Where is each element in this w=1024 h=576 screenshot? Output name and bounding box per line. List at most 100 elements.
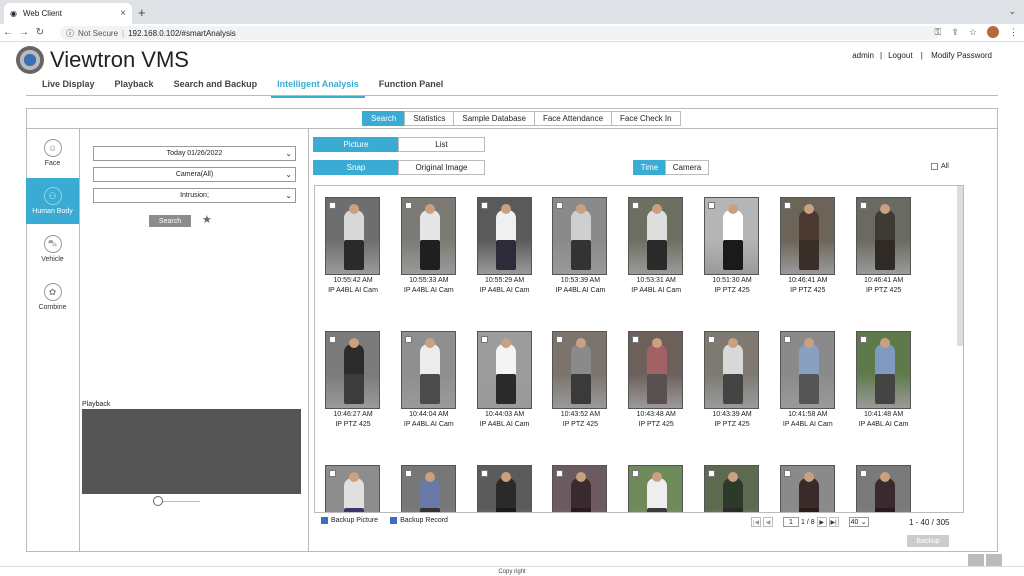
category-face[interactable]: ☺ Face bbox=[26, 130, 79, 176]
result-card[interactable] bbox=[325, 465, 381, 512]
result-checkbox[interactable] bbox=[556, 202, 564, 209]
result-checkbox[interactable] bbox=[556, 470, 564, 477]
result-thumbnail[interactable] bbox=[855, 331, 911, 409]
result-card[interactable]: 10:41:58 AM IP A4BL AI Cam bbox=[779, 331, 836, 429]
result-thumbnail[interactable] bbox=[476, 465, 532, 512]
tab-statistics[interactable]: Statistics bbox=[404, 111, 455, 126]
result-thumbnail[interactable] bbox=[628, 331, 684, 409]
result-card[interactable]: 10:55:29 AM IP A4BL AI Cam bbox=[476, 197, 533, 295]
first-page-icon[interactable]: |◀ bbox=[751, 517, 761, 527]
result-card[interactable] bbox=[855, 465, 912, 512]
result-thumbnail[interactable] bbox=[855, 465, 911, 512]
result-thumbnail[interactable] bbox=[704, 465, 759, 512]
result-checkbox[interactable] bbox=[404, 470, 412, 477]
result-checkbox[interactable] bbox=[708, 470, 715, 477]
result-thumbnail[interactable] bbox=[779, 197, 835, 275]
result-checkbox[interactable] bbox=[329, 336, 336, 343]
address-bar[interactable]: ⓘ Not Secure | 192.168.0.102/#smartAnaly… bbox=[60, 26, 940, 40]
chevron-down-icon[interactable]: ⌄ bbox=[1008, 6, 1016, 17]
category-vehicle[interactable]: ⛍ Vehicle bbox=[26, 226, 79, 272]
result-card[interactable] bbox=[704, 465, 760, 512]
result-checkbox[interactable] bbox=[783, 336, 791, 343]
results-scrollbar[interactable] bbox=[957, 186, 963, 346]
result-checkbox[interactable] bbox=[480, 336, 488, 343]
result-checkbox[interactable] bbox=[556, 336, 564, 343]
result-card[interactable]: 10:55:42 AM IP A4BL AI Cam bbox=[325, 197, 381, 295]
result-checkbox[interactable] bbox=[480, 202, 488, 209]
result-checkbox[interactable] bbox=[783, 470, 791, 477]
result-thumbnail[interactable] bbox=[779, 331, 835, 409]
result-card[interactable]: 10:53:39 AM IP A4BL AI Cam bbox=[552, 197, 608, 295]
sort-time-button[interactable]: Time bbox=[633, 160, 666, 175]
close-icon[interactable]: × bbox=[120, 8, 126, 19]
result-card[interactable]: 10:46:27 AM IP PTZ 425 bbox=[325, 331, 381, 429]
tab-sample-database[interactable]: Sample Database bbox=[453, 111, 535, 126]
result-card[interactable]: 10:46:41 AM IP PTZ 425 bbox=[779, 197, 836, 295]
favorite-star-icon[interactable]: ★ bbox=[202, 213, 212, 226]
date-select[interactable]: Today 01/26/2022 ⌄ bbox=[93, 146, 296, 161]
result-card[interactable] bbox=[476, 465, 533, 512]
result-thumbnail[interactable] bbox=[476, 331, 532, 409]
result-card[interactable]: 10:43:48 AM IP PTZ 425 bbox=[628, 331, 684, 429]
backup-record-option[interactable]: Backup Record bbox=[390, 517, 448, 524]
select-all-checkbox[interactable] bbox=[931, 163, 938, 170]
result-checkbox[interactable] bbox=[859, 202, 867, 209]
backup-picture-option[interactable]: Backup Picture bbox=[321, 517, 378, 524]
result-thumbnail[interactable] bbox=[779, 465, 835, 512]
image-snap-button[interactable]: Snap bbox=[313, 160, 399, 175]
logout-link[interactable]: Logout bbox=[888, 51, 912, 60]
last-page-icon[interactable]: ▶| bbox=[828, 517, 839, 527]
result-checkbox[interactable] bbox=[404, 336, 412, 343]
result-checkbox[interactable] bbox=[632, 336, 640, 343]
tab-face-check-in[interactable]: Face Check In bbox=[611, 111, 681, 126]
tab-search[interactable]: Search bbox=[362, 111, 406, 126]
result-thumbnail[interactable] bbox=[400, 465, 456, 512]
result-card[interactable] bbox=[628, 465, 684, 512]
view-picture-button[interactable]: Picture bbox=[313, 137, 399, 152]
page-size-select[interactable]: 40 ⌄ bbox=[848, 517, 869, 527]
result-thumbnail[interactable] bbox=[476, 197, 532, 275]
result-thumbnail[interactable] bbox=[855, 197, 911, 275]
key-icon[interactable]: ⚿ bbox=[935, 27, 942, 38]
result-card[interactable]: 10:51:30 AM IP PTZ 425 bbox=[704, 197, 760, 295]
result-thumbnail[interactable] bbox=[552, 331, 608, 409]
next-page-icon[interactable]: ▶ bbox=[816, 517, 827, 527]
result-checkbox[interactable] bbox=[404, 202, 412, 209]
select-all[interactable]: All bbox=[931, 163, 949, 170]
search-button[interactable]: Search bbox=[149, 215, 191, 227]
result-thumbnail[interactable] bbox=[400, 331, 456, 409]
tab-face-attendance[interactable]: Face Attendance bbox=[533, 111, 613, 126]
result-thumbnail[interactable] bbox=[325, 465, 380, 512]
result-checkbox[interactable] bbox=[708, 202, 715, 209]
backup-button[interactable]: Backup bbox=[907, 535, 949, 547]
result-thumbnail[interactable] bbox=[628, 465, 684, 512]
result-thumbnail[interactable] bbox=[552, 197, 608, 275]
image-original-image-button[interactable]: Original Image bbox=[398, 160, 485, 175]
result-checkbox[interactable] bbox=[708, 336, 715, 343]
result-card[interactable]: 10:43:52 AM IP PTZ 425 bbox=[552, 331, 608, 429]
result-checkbox[interactable] bbox=[859, 336, 867, 343]
result-card[interactable]: 10:55:33 AM IP A4BL AI Cam bbox=[400, 197, 457, 295]
result-card[interactable]: 10:43:39 AM IP PTZ 425 bbox=[704, 331, 760, 429]
layout-icon[interactable] bbox=[968, 554, 984, 566]
result-card[interactable]: 10:53:31 AM IP A4BL AI Cam bbox=[628, 197, 684, 295]
new-tab-icon[interactable]: + bbox=[138, 5, 146, 20]
result-checkbox[interactable] bbox=[632, 202, 640, 209]
backup-record-checkbox[interactable] bbox=[390, 517, 398, 524]
result-checkbox[interactable] bbox=[329, 470, 336, 477]
result-checkbox[interactable] bbox=[632, 470, 640, 477]
result-card[interactable]: 10:44:04 AM IP A4BL AI Cam bbox=[400, 331, 457, 429]
share-icon[interactable]: ⇪ bbox=[951, 27, 959, 38]
result-card[interactable]: 10:46:41 AM IP PTZ 425 bbox=[855, 197, 912, 295]
result-thumbnail[interactable] bbox=[552, 465, 608, 512]
page-input[interactable]: 1 bbox=[783, 517, 799, 527]
forward-icon[interactable]: → bbox=[16, 27, 32, 38]
browser-tab[interactable]: ◉ Web Client × bbox=[4, 3, 132, 24]
result-card[interactable]: 10:41:48 AM IP A4BL AI Cam bbox=[855, 331, 912, 429]
result-card[interactable] bbox=[779, 465, 836, 512]
result-thumbnail[interactable] bbox=[325, 197, 380, 275]
backup-picture-checkbox[interactable] bbox=[321, 517, 328, 524]
view-list-button[interactable]: List bbox=[398, 137, 485, 152]
result-card[interactable]: 10:44:03 AM IP A4BL AI Cam bbox=[476, 331, 533, 429]
category-combine[interactable]: ✿ Combine bbox=[26, 274, 79, 320]
